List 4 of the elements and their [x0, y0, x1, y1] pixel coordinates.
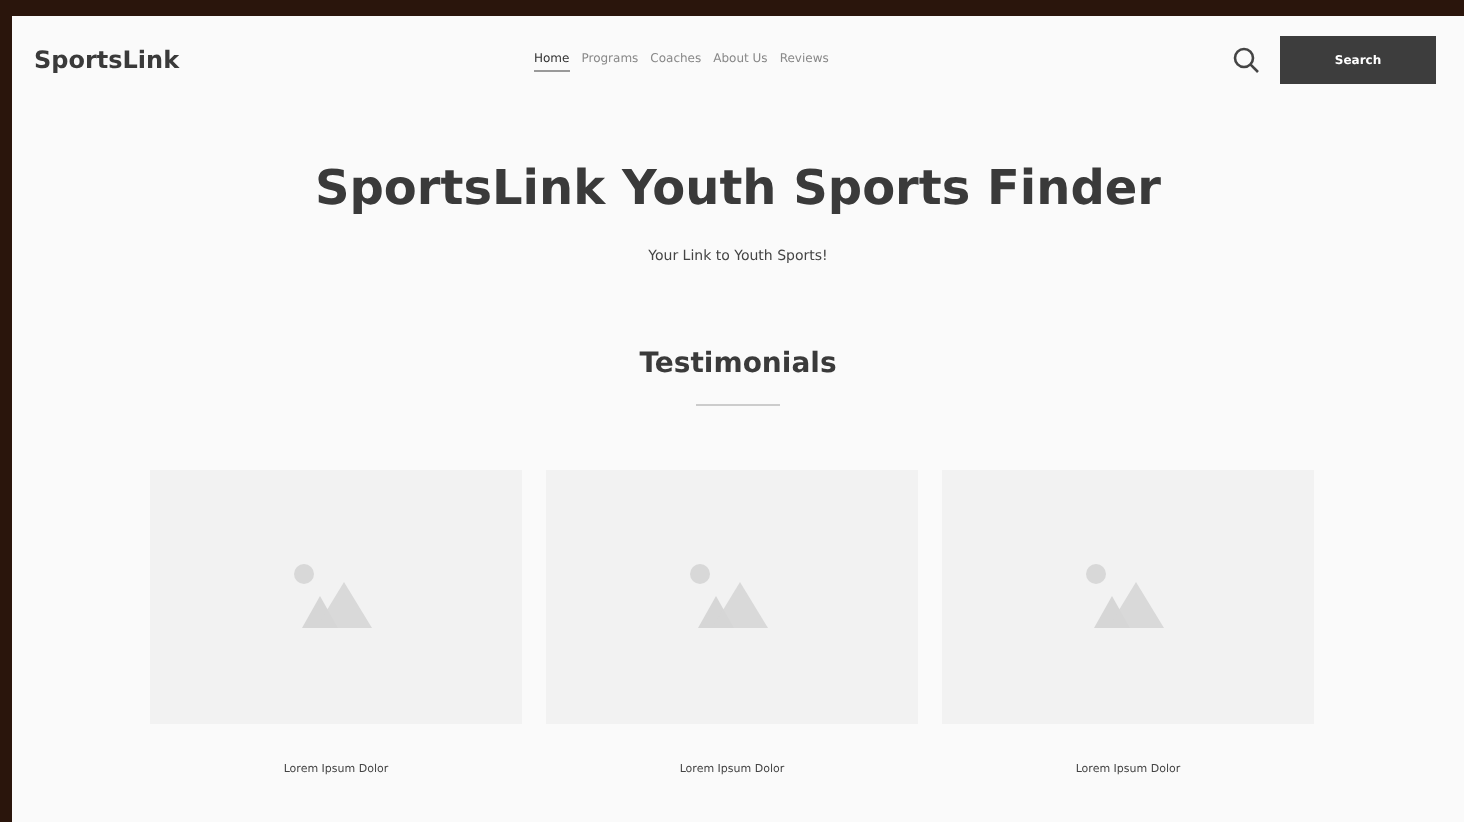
logo: SportsLink — [34, 46, 182, 74]
search-icon[interactable] — [1232, 46, 1260, 74]
page-title: SportsLink Youth Sports Finder — [312, 160, 1164, 216]
section-heading: Testimonials — [637, 348, 839, 380]
